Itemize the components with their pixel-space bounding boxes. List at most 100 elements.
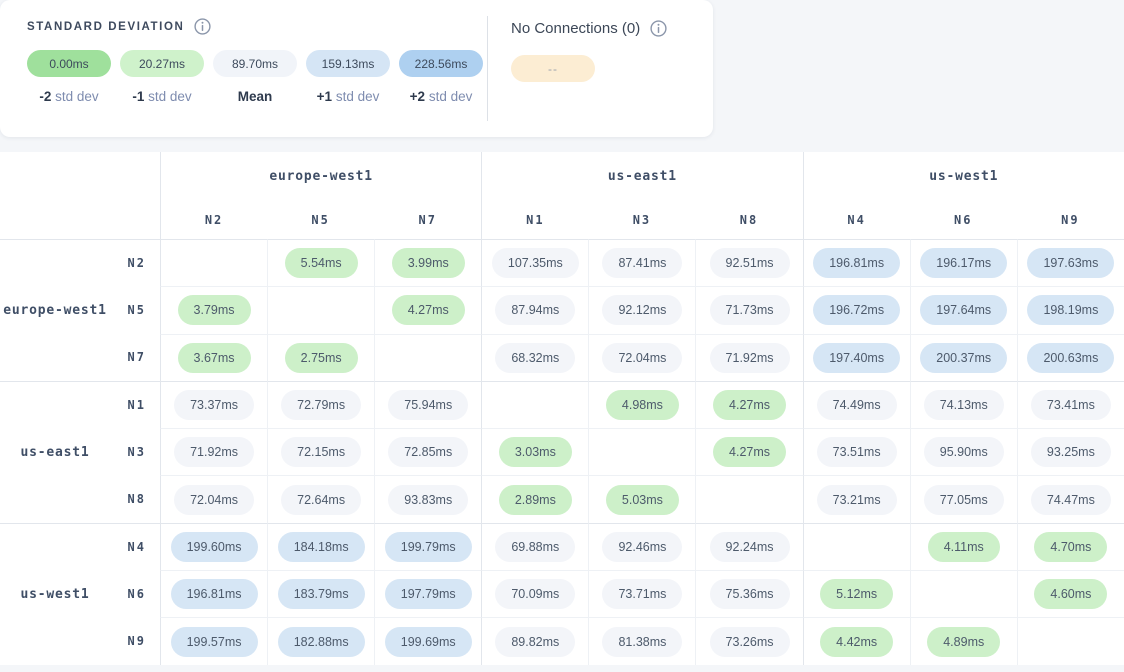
latency-pill[interactable]: 5.54ms <box>285 248 358 278</box>
latency-pill[interactable]: 93.25ms <box>1031 437 1111 467</box>
no-connections-title: No Connections (0) <box>511 20 640 37</box>
latency-cell: 5.12ms <box>803 570 910 617</box>
latency-cell: 3.03ms <box>481 428 588 475</box>
latency-pill[interactable]: 93.83ms <box>388 485 468 515</box>
legend-items: 0.00ms-2 std dev20.27ms-1 std dev89.70ms… <box>27 50 483 104</box>
latency-pill[interactable]: 197.40ms <box>813 343 900 373</box>
legend-pill: 89.70ms <box>213 50 297 77</box>
latency-pill[interactable]: 199.57ms <box>171 627 258 657</box>
latency-pill[interactable]: 72.79ms <box>281 390 361 420</box>
latency-pill[interactable]: 4.98ms <box>606 390 679 420</box>
column-node-header: N4 <box>803 200 910 239</box>
latency-pill[interactable]: 4.27ms <box>392 295 465 325</box>
latency-pill[interactable]: 196.81ms <box>813 248 900 278</box>
latency-pill[interactable]: 71.92ms <box>710 343 790 373</box>
latency-pill[interactable]: 77.05ms <box>924 485 1004 515</box>
latency-pill[interactable]: 196.17ms <box>920 248 1007 278</box>
latency-pill[interactable]: 73.41ms <box>1031 390 1111 420</box>
latency-pill[interactable]: 200.63ms <box>1027 343 1114 373</box>
latency-pill[interactable]: 3.99ms <box>392 248 465 278</box>
latency-pill[interactable]: 69.88ms <box>495 532 575 562</box>
latency-pill[interactable]: 73.37ms <box>174 390 254 420</box>
latency-pill[interactable]: 196.72ms <box>813 295 900 325</box>
latency-pill[interactable]: 5.12ms <box>820 579 893 609</box>
latency-pill[interactable]: 4.27ms <box>713 390 786 420</box>
latency-pill[interactable]: 198.19ms <box>1027 295 1114 325</box>
legend-pill: 0.00ms <box>27 50 111 77</box>
latency-pill[interactable]: 92.46ms <box>602 532 682 562</box>
latency-pill[interactable]: 199.79ms <box>385 532 472 562</box>
latency-pill[interactable]: 92.51ms <box>710 248 790 278</box>
latency-pill[interactable]: 73.26ms <box>710 627 790 657</box>
latency-pill[interactable]: 3.67ms <box>178 343 251 373</box>
latency-pill[interactable]: 72.04ms <box>602 343 682 373</box>
latency-cell: 71.73ms <box>695 286 802 333</box>
latency-cell <box>1017 617 1124 664</box>
latency-pill[interactable]: 92.12ms <box>602 295 682 325</box>
latency-pill[interactable]: 197.79ms <box>385 579 472 609</box>
latency-pill[interactable]: 70.09ms <box>495 579 575 609</box>
latency-pill[interactable]: 74.47ms <box>1031 485 1111 515</box>
latency-cell: 74.47ms <box>1017 475 1124 522</box>
column-region-header: us-west1 <box>803 152 1124 200</box>
latency-pill[interactable]: 72.15ms <box>281 437 361 467</box>
latency-pill[interactable]: 2.75ms <box>285 343 358 373</box>
latency-pill[interactable]: 5.03ms <box>606 485 679 515</box>
latency-pill[interactable]: 182.88ms <box>278 627 365 657</box>
latency-pill[interactable]: 199.60ms <box>171 532 258 562</box>
latency-cell: 199.69ms <box>374 617 481 664</box>
latency-pill[interactable]: 75.94ms <box>388 390 468 420</box>
latency-pill[interactable]: 75.36ms <box>710 579 790 609</box>
latency-pill[interactable]: 197.64ms <box>920 295 1007 325</box>
info-icon[interactable] <box>194 18 211 35</box>
divider <box>487 16 488 121</box>
latency-cell: 2.75ms <box>267 334 374 381</box>
latency-pill[interactable]: 72.04ms <box>174 485 254 515</box>
latency-pill[interactable]: 183.79ms <box>278 579 365 609</box>
latency-pill[interactable]: 107.35ms <box>492 248 579 278</box>
latency-pill[interactable]: 89.82ms <box>495 627 575 657</box>
latency-cell: 196.17ms <box>910 239 1017 286</box>
latency-pill[interactable]: 3.03ms <box>499 437 572 467</box>
latency-pill[interactable]: 74.49ms <box>817 390 897 420</box>
latency-pill[interactable]: 4.60ms <box>1034 579 1107 609</box>
latency-pill[interactable]: 72.85ms <box>388 437 468 467</box>
latency-cell: 71.92ms <box>695 334 802 381</box>
latency-pill[interactable]: 72.64ms <box>281 485 361 515</box>
latency-cell <box>695 475 802 522</box>
latency-cell: 72.15ms <box>267 428 374 475</box>
latency-cell: 73.21ms <box>803 475 910 522</box>
latency-cell: 182.88ms <box>267 617 374 664</box>
latency-pill[interactable]: 71.73ms <box>710 295 790 325</box>
info-icon[interactable] <box>650 20 667 37</box>
matrix-row: N872.04ms72.64ms93.83ms2.89ms5.03ms73.21… <box>0 475 1124 522</box>
latency-pill[interactable]: 4.27ms <box>713 437 786 467</box>
latency-pill[interactable]: 95.90ms <box>924 437 1004 467</box>
legend-pill: 228.56ms <box>399 50 483 77</box>
latency-cell: 4.27ms <box>695 428 802 475</box>
latency-pill[interactable]: 199.69ms <box>385 627 472 657</box>
latency-pill[interactable]: 73.71ms <box>602 579 682 609</box>
latency-pill[interactable]: 200.37ms <box>920 343 1007 373</box>
latency-pill[interactable]: 81.38ms <box>602 627 682 657</box>
latency-pill[interactable]: 4.11ms <box>928 532 1000 562</box>
latency-pill[interactable]: 197.63ms <box>1027 248 1114 278</box>
latency-pill[interactable]: 2.89ms <box>499 485 572 515</box>
latency-pill[interactable]: 4.42ms <box>820 627 893 657</box>
latency-pill[interactable]: 74.13ms <box>924 390 1004 420</box>
latency-pill[interactable]: 68.32ms <box>495 343 575 373</box>
latency-pill[interactable]: 87.41ms <box>602 248 682 278</box>
latency-pill[interactable]: 87.94ms <box>495 295 575 325</box>
latency-cell: 81.38ms <box>588 617 695 664</box>
latency-pill[interactable]: 196.81ms <box>171 579 258 609</box>
latency-cell <box>803 523 910 570</box>
latency-pill[interactable]: 73.21ms <box>817 485 897 515</box>
latency-pill[interactable]: 73.51ms <box>817 437 897 467</box>
latency-pill[interactable]: 184.18ms <box>278 532 365 562</box>
latency-cell: 73.26ms <box>695 617 802 664</box>
latency-pill[interactable]: 71.92ms <box>174 437 254 467</box>
latency-pill[interactable]: 3.79ms <box>178 295 251 325</box>
latency-pill[interactable]: 92.24ms <box>710 532 790 562</box>
latency-pill[interactable]: 4.70ms <box>1034 532 1107 562</box>
latency-pill[interactable]: 4.89ms <box>927 627 1000 657</box>
